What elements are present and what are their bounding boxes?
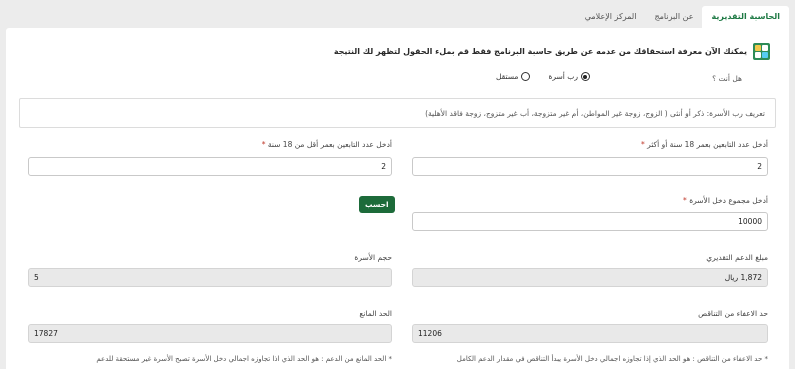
- income-input[interactable]: 10000: [412, 212, 768, 231]
- radio-circle-icon: [521, 72, 531, 81]
- calculator-icon: [753, 43, 770, 60]
- applicant-type-radios: رب أسرة مستقل: [496, 72, 590, 81]
- tab-media-center[interactable]: المركز الإعلامي: [576, 6, 646, 28]
- minors-label: أدخل عدد التابعين بعمر أقل من 18 سنة *: [261, 140, 392, 149]
- support-amount-field: 1,872 ريال: [412, 268, 768, 287]
- cutoff-label: الحد المانع: [359, 309, 392, 318]
- exemption-label: حد الاعفاء من التناقص: [698, 309, 768, 318]
- calculator-panel: يمكنك الآن معرفة استحقاقك من عدمه عن طري…: [6, 28, 789, 369]
- cutoff-note: * الحد المانع من الدعم : هو الحد الذي اذ…: [96, 355, 392, 363]
- income-label: أدخل مجموع دخل الأسرة *: [683, 196, 768, 205]
- radio-circle-icon: [580, 72, 590, 81]
- radio-independent[interactable]: مستقل: [496, 72, 531, 81]
- radio-label: رب أسرة: [548, 72, 578, 81]
- panel-header: يمكنك الآن معرفة استحقاقك من عدمه عن طري…: [334, 43, 770, 60]
- adults-input[interactable]: 2: [412, 157, 768, 176]
- tab-about[interactable]: عن البرنامج: [645, 6, 702, 28]
- question-label: هل أنت ؟: [712, 74, 742, 83]
- support-label: مبلغ الدعم التقديري: [706, 253, 768, 262]
- calculate-button[interactable]: احسب: [359, 196, 395, 213]
- tab-estimator[interactable]: الحاسبة التقديرية: [702, 6, 789, 28]
- family-size-field: 5: [28, 268, 392, 287]
- intro-text: يمكنك الآن معرفة استحقاقك من عدمه عن طري…: [333, 47, 747, 56]
- radio-head-of-family[interactable]: رب أسرة: [548, 72, 590, 81]
- head-of-family-definition: تعريف رب الأسرة: ذكر أو أنثى ( الزوج، زو…: [19, 98, 776, 128]
- tab-bar: الحاسبة التقديرية عن البرنامج المركز الإ…: [6, 6, 789, 28]
- cutoff-field: 17827: [28, 324, 392, 343]
- radio-label: مستقل: [496, 72, 519, 81]
- exemption-field: 11206: [412, 324, 768, 343]
- family-size-label: حجم الأسرة: [354, 253, 392, 262]
- minors-input[interactable]: 2: [28, 157, 392, 176]
- exemption-note: * حد الاعفاء من التناقص : هو الحد الذي إ…: [456, 355, 768, 363]
- adults-label: أدخل عدد التابعين بعمر 18 سنة أو أكثر *: [641, 140, 768, 149]
